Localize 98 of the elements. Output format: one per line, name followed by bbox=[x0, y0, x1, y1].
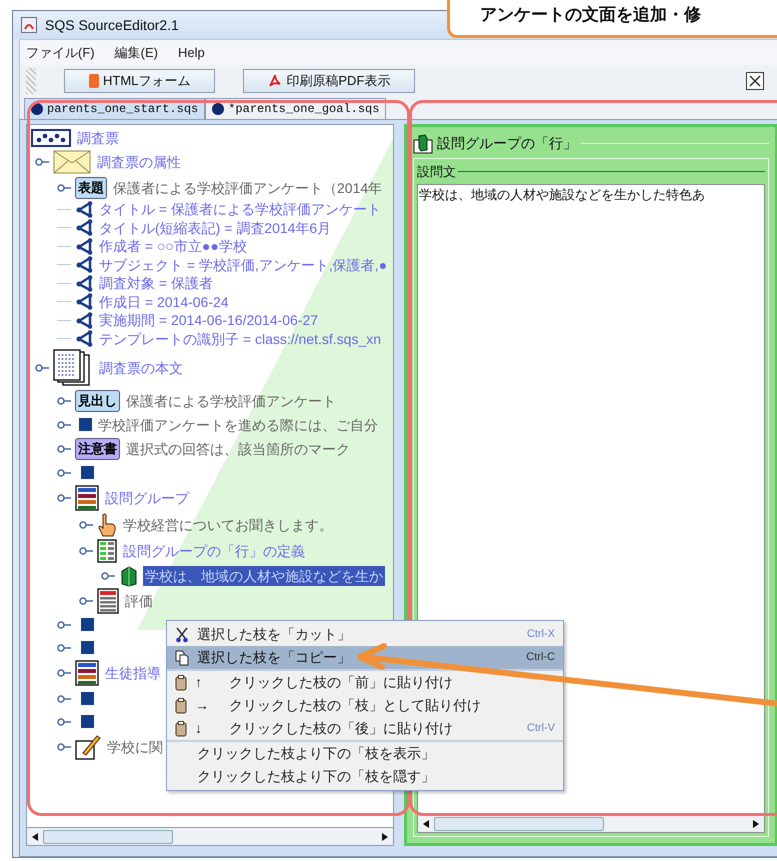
clipboard-icon bbox=[175, 720, 187, 736]
tree-node-label[interactable]: 作成者 = ○○市立●●学校 bbox=[97, 236, 249, 256]
app-icon bbox=[21, 17, 37, 33]
tree-handle-icon[interactable] bbox=[57, 396, 71, 404]
tree-handle-icon[interactable] bbox=[57, 444, 71, 452]
node-graph-icon bbox=[75, 330, 93, 348]
menu-item[interactable]: ファイル(F) bbox=[26, 42, 95, 62]
node-graph-icon bbox=[75, 312, 93, 329]
pencil-note-icon bbox=[75, 733, 101, 761]
tree-node-label[interactable]: 調査票の属性 bbox=[95, 152, 183, 172]
tree-handle-icon[interactable] bbox=[101, 572, 115, 580]
node-graph-icon bbox=[75, 219, 93, 236]
tree-node-label[interactable]: タイトル = 保護者による学校評価アンケート bbox=[97, 199, 383, 220]
shortcut-label: Ctrl-V bbox=[526, 721, 555, 736]
shortcut-label: Ctrl-X bbox=[526, 627, 555, 642]
tree-node-label[interactable]: 学校経営についてお聞きします。 bbox=[121, 515, 335, 535]
field-value: 学校は、地域の人材や施設などを生かした特色あ bbox=[418, 186, 706, 204]
tree-node-label[interactable]: 評価 bbox=[123, 591, 155, 611]
pdf-icon bbox=[268, 74, 282, 88]
clipboard-icon bbox=[175, 674, 187, 690]
menu-item[interactable]: Help bbox=[178, 42, 205, 62]
tree-node-label[interactable]: 生徒指導 bbox=[103, 663, 163, 683]
arrow-glyph: → bbox=[195, 696, 210, 715]
callout-text: アンケートの文面を追加・修 bbox=[480, 4, 701, 26]
square-icon bbox=[81, 641, 94, 654]
square-icon bbox=[81, 692, 94, 705]
arrow-glyph: ↓ bbox=[195, 719, 203, 738]
folder-tag: 見出し bbox=[75, 390, 120, 412]
square-icon bbox=[79, 418, 92, 431]
tree-handle-icon[interactable] bbox=[57, 184, 71, 192]
table-icon bbox=[75, 660, 99, 686]
window-title: SQS SourceEditor2.1 bbox=[45, 16, 179, 35]
tree-handle-icon[interactable] bbox=[57, 620, 71, 628]
square-icon bbox=[81, 618, 94, 631]
tree-node-label[interactable]: サブジェクト = 学校評価,アンケート,保護者,● bbox=[97, 254, 390, 275]
context-menu-item[interactable]: 選択した枝を「コピー」 Ctrl-C bbox=[167, 646, 563, 669]
grid-table-icon bbox=[97, 538, 117, 562]
panel-title: 設問グループの「行」 bbox=[437, 134, 577, 153]
tree-node-label[interactable]: テンプレートの識別子 = class://net.sf.sqs_xn bbox=[97, 328, 384, 349]
tree-handle-icon[interactable] bbox=[57, 743, 71, 751]
node-graph-icon bbox=[75, 293, 93, 310]
clipboard-icon bbox=[175, 698, 187, 714]
tree-handle-icon[interactable] bbox=[57, 494, 71, 502]
tree-handle-icon[interactable] bbox=[57, 718, 71, 726]
table-icon bbox=[97, 588, 119, 614]
tree-handle-icon[interactable] bbox=[35, 364, 49, 372]
node-graph-icon bbox=[75, 256, 93, 274]
tree-node-label[interactable]: 学校評価アンケートを進める際には、ご自分 bbox=[96, 414, 380, 434]
scissors-icon bbox=[175, 626, 189, 642]
shortcut-label: Ctrl-C bbox=[526, 650, 555, 666]
copy-icon bbox=[175, 650, 189, 666]
node-graph-icon bbox=[75, 238, 93, 255]
square-icon bbox=[81, 466, 94, 479]
tree-handle-icon[interactable] bbox=[35, 158, 49, 166]
dots-icon bbox=[31, 129, 71, 147]
table-icon bbox=[75, 485, 99, 511]
toolbar-button[interactable]: HTMLフォーム bbox=[64, 69, 216, 93]
menu-item-label: 選択した枝を「コピー」 bbox=[197, 648, 352, 667]
tree-handle-icon[interactable] bbox=[57, 669, 71, 677]
tree-node-label[interactable]: 学校は、地域の人材や施設などを生か bbox=[143, 566, 385, 586]
book-icon bbox=[119, 565, 139, 587]
menu-item[interactable]: 編集(E) bbox=[114, 42, 158, 62]
toolbar-button[interactable]: 印刷原稿PDF表示 bbox=[243, 69, 416, 93]
square-icon bbox=[81, 715, 94, 728]
tree-node-label[interactable]: 調査票 bbox=[75, 128, 121, 148]
horizontal-scrollbar[interactable] bbox=[26, 828, 394, 846]
tree-node-label[interactable]: 設問グループ bbox=[103, 488, 191, 508]
tree-handle-icon[interactable] bbox=[57, 420, 71, 428]
node-graph-icon bbox=[75, 200, 93, 218]
tree-node-label[interactable]: 作成日 = 2014-06-24 bbox=[97, 292, 231, 312]
tree-handle-icon[interactable] bbox=[57, 694, 71, 702]
close-icon[interactable] bbox=[746, 72, 764, 90]
tree-node-label[interactable]: 設問グループの「行」の定義 bbox=[121, 540, 307, 560]
tree-node-label[interactable]: 学校に関 bbox=[105, 737, 165, 757]
tree-node-label[interactable]: 保護者による学校評価アンケート bbox=[124, 390, 338, 410]
tree-handle-icon[interactable] bbox=[79, 597, 93, 605]
field-label: 設問文 bbox=[417, 163, 456, 181]
tree-node-label[interactable]: 調査対象 = 保護者 bbox=[97, 273, 215, 294]
envelope-icon bbox=[53, 150, 91, 174]
tree-handle-icon[interactable] bbox=[79, 546, 93, 554]
tree-handle-icon[interactable] bbox=[79, 521, 93, 529]
folder-tag: 注意書 bbox=[75, 438, 120, 460]
pointing-hand-icon bbox=[97, 513, 117, 537]
document-stack-icon bbox=[53, 349, 93, 387]
menu-item-label: 選択した枝を「カット」 bbox=[197, 625, 352, 644]
horizontal-scrollbar[interactable] bbox=[417, 815, 765, 833]
tree-node-label[interactable]: タイトル(短縮表記) = 調査2014年6月 bbox=[97, 218, 334, 238]
tree-node-label[interactable]: 選択式の回答は、該当箇所のマーク bbox=[124, 438, 352, 458]
book-icon bbox=[413, 134, 433, 154]
toolbar-grip bbox=[26, 68, 36, 94]
tree-node-label[interactable]: 調査票の本文 bbox=[97, 358, 185, 378]
node-graph-icon bbox=[75, 274, 93, 292]
tree-handle-icon[interactable] bbox=[57, 644, 71, 652]
tree-node-label[interactable]: 実施期間 = 2014-06-16/2014-06-27 bbox=[97, 310, 320, 330]
arrow-glyph: ↑ bbox=[195, 673, 203, 692]
tree-node-label[interactable]: 保護者による学校評価アンケート（2014年 bbox=[111, 178, 384, 198]
tree-handle-icon[interactable] bbox=[57, 468, 71, 476]
folder-tag: 表題 bbox=[75, 176, 107, 198]
